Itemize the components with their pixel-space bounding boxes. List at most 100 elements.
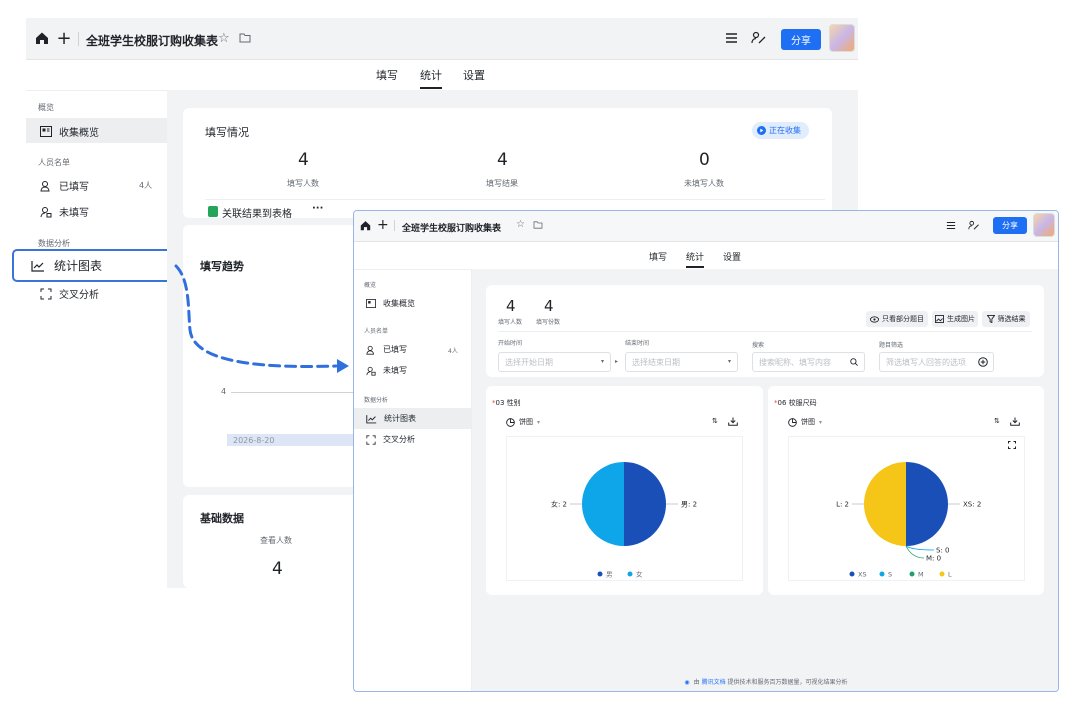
search-label: 搜索 xyxy=(752,342,765,349)
download-icon[interactable] xyxy=(1010,417,1020,426)
legend-dot xyxy=(909,571,915,577)
legend-label[interactable]: L xyxy=(948,571,952,579)
share-button[interactable]: 分享 xyxy=(993,217,1027,234)
sort-icon[interactable]: ⇅ xyxy=(994,417,1000,425)
sidebar-item-label: 交叉分析 xyxy=(59,290,99,301)
avatar[interactable] xyxy=(829,24,855,52)
filter-card: 4 填写人数 4 填写份数 只看部分题目 生成图片 筛选结果 开始时间 选择开始… xyxy=(486,285,1044,377)
range-separator-icon: ▸ xyxy=(615,358,619,365)
star-icon[interactable]: ☆ xyxy=(516,219,525,230)
sidebar-item-cross[interactable]: 交叉分析 xyxy=(40,286,99,301)
home-icon[interactable] xyxy=(34,30,50,46)
sidebar-item-filled[interactable]: 已填写 xyxy=(366,344,407,355)
gen-image-button[interactable]: 生成图片 xyxy=(932,311,978,327)
fill-status-title: 填写情况 xyxy=(205,126,249,139)
slice-label: M: 0 xyxy=(926,555,941,563)
start-date-picker[interactable]: 选择开始日期 ▾ xyxy=(498,352,611,372)
sidebar-item-label: 未填写 xyxy=(383,366,407,375)
question-title: *06 校服尺码 xyxy=(774,399,817,407)
menu-icon[interactable] xyxy=(946,221,956,230)
slice-label: XS: 2 xyxy=(963,501,981,509)
star-icon[interactable]: ☆ xyxy=(218,31,230,46)
chart-type-select[interactable]: 饼图 ▾ xyxy=(788,417,822,427)
link-table-link[interactable]: 关联结果到表格 xyxy=(222,205,292,220)
pointer-arrow xyxy=(174,264,349,373)
start-date-placeholder: 选择开始日期 xyxy=(505,357,553,367)
chart-card-size: *06 校服尺码 饼图 ▾ ⇅ XS: 2 L: 2 S: 0 M: 0 XS S M L xyxy=(768,386,1044,595)
fill-people-value: 4 xyxy=(506,297,516,315)
chart-type-select[interactable]: 饼图 ▾ xyxy=(506,417,540,427)
trend-date-range[interactable]: 2026-8-20 xyxy=(227,434,373,446)
question-filter-label: 题目筛选 xyxy=(879,342,904,349)
gender-pie-chart: 男: 2 女: 2 男 女 xyxy=(551,462,697,579)
sort-icon[interactable]: ⇅ xyxy=(712,417,718,425)
doc-title: 全班学生校服订购收集表 xyxy=(86,34,219,48)
sidebar-item-unfilled[interactable]: 未填写 xyxy=(40,204,89,219)
sheet-icon xyxy=(208,206,218,217)
user-check-icon xyxy=(40,180,52,192)
sidebar-item-charts[interactable]: 统计图表 xyxy=(31,257,102,274)
sidebar-item-label: 收集概览 xyxy=(59,128,99,139)
download-icon[interactable] xyxy=(728,417,738,426)
sidebar-item-filled[interactable]: 已填写 xyxy=(40,178,89,193)
tab-stats[interactable]: 统计 xyxy=(686,250,705,268)
legend-label[interactable]: XS xyxy=(858,571,867,579)
pie-slice[interactable] xyxy=(906,462,948,546)
legend-label[interactable]: 男 xyxy=(606,571,613,579)
chart-card-gender: *03 性别 饼图 ▾ ⇅ 男: 2 女: 2 男 女 xyxy=(486,386,763,595)
add-circle-icon[interactable] xyxy=(978,357,988,367)
search-icon xyxy=(850,358,858,366)
plus-icon[interactable]: + xyxy=(56,28,72,49)
sidebar-item-overview[interactable]: 收集概览 xyxy=(40,124,99,139)
avatar[interactable] xyxy=(1033,213,1055,237)
slice-label: 女: 2 xyxy=(551,500,567,509)
user-edit-icon[interactable] xyxy=(968,220,980,231)
stat-label: 填写结果 xyxy=(486,179,518,188)
legend-dot xyxy=(849,571,855,577)
bg-title-bar: + 全班学生校服订购收集表 ☆ 分享 xyxy=(26,18,858,60)
filter-button[interactable]: 筛选结果 xyxy=(982,311,1030,327)
sidebar-item-charts[interactable]: 统计图表 xyxy=(366,413,416,424)
only-part-button[interactable]: 只看部分题目 xyxy=(866,311,928,327)
pie-slice[interactable] xyxy=(624,462,666,546)
end-date-picker[interactable]: 选择结束日期 ▾ xyxy=(625,352,738,372)
sidebar-item-label: 收集概览 xyxy=(383,299,415,308)
pie-slice[interactable] xyxy=(582,462,624,546)
legend-label[interactable]: 女 xyxy=(636,570,643,579)
divider xyxy=(394,220,395,231)
doc-title: 全班学生校服订购收集表 xyxy=(402,224,502,234)
stat-value: 4 xyxy=(298,150,309,170)
share-button[interactable]: 分享 xyxy=(781,29,821,50)
folder-icon[interactable] xyxy=(533,221,543,229)
pie-slice[interactable] xyxy=(864,462,906,546)
folder-icon[interactable] xyxy=(239,33,251,43)
tab-fill[interactable]: 填写 xyxy=(649,250,667,263)
home-icon[interactable] xyxy=(360,220,371,231)
fill-status-card: 填写情况 正在收集 4 填写人数 4 填写结果 0 未填写人数 xyxy=(183,108,832,218)
search-input[interactable]: 搜索昵称、填写内容 xyxy=(752,352,865,372)
sidebar-item-cross[interactable]: 交叉分析 xyxy=(366,434,415,445)
sidebar-item-unfilled[interactable]: 未填写 xyxy=(366,365,407,376)
line-chart-icon xyxy=(31,260,45,272)
legend-dot xyxy=(939,571,945,577)
legend-label[interactable]: M xyxy=(918,571,924,579)
legend-label[interactable]: S xyxy=(888,571,892,579)
footer-brand-link[interactable]: 腾讯文档 xyxy=(702,679,726,686)
sidebar-item-overview[interactable]: 收集概览 xyxy=(366,298,415,309)
chart-type-label: 饼图 xyxy=(801,418,815,426)
tab-settings[interactable]: 设置 xyxy=(723,250,741,263)
bg-sidebar: 概览 收集概览 人员名单 已填写 4人 未填写 数据分析 统计图表 交叉分析 xyxy=(12,90,173,588)
stat-label: 未填写人数 xyxy=(684,179,724,188)
user-edit-icon[interactable] xyxy=(751,31,767,45)
menu-icon[interactable] xyxy=(725,32,738,44)
cross-analysis-icon xyxy=(40,288,52,300)
plus-icon[interactable]: + xyxy=(377,217,389,233)
tab-stats[interactable]: 统计 xyxy=(420,67,442,89)
tab-fill[interactable]: 填写 xyxy=(376,67,398,83)
question-filter-input[interactable]: 筛选填写人回答的选项 xyxy=(879,352,994,372)
chart-type-label: 饼图 xyxy=(519,418,533,426)
tab-settings[interactable]: 设置 xyxy=(463,67,485,83)
question-number: 06 xyxy=(777,399,787,407)
view-count-value: 4 xyxy=(272,559,283,579)
more-icon[interactable]: ··· xyxy=(312,203,323,214)
